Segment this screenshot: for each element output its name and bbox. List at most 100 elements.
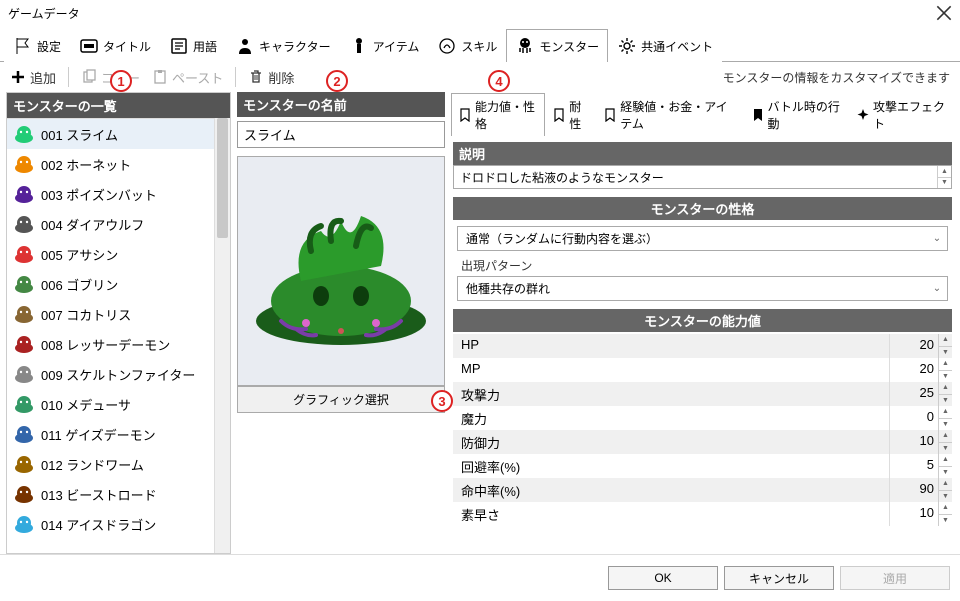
list-item[interactable]: 002 ホーネット	[7, 149, 214, 179]
list-item[interactable]: 008 レッサーデーモン	[7, 329, 214, 359]
stat-spinner[interactable]: ▲▼	[938, 454, 952, 478]
subtab-exp[interactable]: 経験値・お金・アイテム	[596, 93, 743, 136]
sparkle-icon	[856, 108, 870, 122]
list-item[interactable]: 005 アサシン	[7, 239, 214, 269]
spin-up-icon[interactable]: ▲	[939, 430, 952, 443]
stat-spinner[interactable]: ▲▼	[938, 334, 952, 358]
stat-label: 防御力	[453, 430, 889, 454]
list-item-label: 003 ポイズンバット	[41, 185, 157, 204]
desc-header: 説明	[453, 142, 952, 165]
subtab-stats[interactable]: 能力値・性格	[451, 93, 545, 136]
list-item[interactable]: 013 ビーストロード	[7, 479, 214, 509]
spin-down-icon[interactable]: ▼	[939, 515, 952, 527]
list-item[interactable]: 010 メデューサ	[7, 389, 214, 419]
monster-thumb-icon	[13, 513, 35, 535]
list-item[interactable]: 011 ゲイズデーモン	[7, 419, 214, 449]
stat-value[interactable]: 0	[890, 406, 938, 430]
delete-button[interactable]: 削除	[248, 68, 294, 87]
stat-spinner[interactable]: ▲▼	[938, 478, 952, 502]
gear-icon	[617, 36, 637, 56]
spin-up-icon[interactable]: ▲	[939, 334, 952, 347]
spin-down-icon[interactable]: ▼	[939, 419, 952, 431]
tab-title[interactable]: タイトル	[70, 29, 160, 62]
monster-list[interactable]: 001 スライム 002 ホーネット 003 ポイズンバット 004 ダイアウルフ 00…	[7, 118, 214, 553]
stat-value[interactable]: 20	[890, 358, 938, 382]
tab-common-event[interactable]: 共通イベント	[608, 29, 722, 62]
spin-down-icon[interactable]: ▼	[939, 467, 952, 479]
spin-down-icon[interactable]: ▼	[939, 347, 952, 359]
tab-character[interactable]: キャラクター	[226, 29, 340, 62]
spin-up-icon[interactable]: ▲	[939, 454, 952, 467]
stat-value[interactable]: 10	[890, 502, 938, 526]
spin-up-icon[interactable]: ▲	[939, 502, 952, 515]
subtab-resist[interactable]: 耐性	[545, 93, 596, 136]
spin-down-icon[interactable]: ▼	[939, 371, 952, 383]
stat-value[interactable]: 25	[890, 382, 938, 406]
behavior-select[interactable]: 通常（ランダムに行動内容を選ぶ） ⌄	[457, 226, 948, 251]
apply-button[interactable]: 適用	[840, 566, 950, 590]
stat-row: 防御力10▲▼	[453, 430, 952, 454]
tab-label: タイトル	[103, 38, 151, 55]
spin-up-icon[interactable]: ▲	[939, 358, 952, 371]
spin-up-icon[interactable]: ▲	[939, 406, 952, 419]
graphic-select-button[interactable]: グラフィック選択	[237, 386, 445, 413]
tab-settings[interactable]: 設定	[4, 29, 70, 62]
spin-down-icon[interactable]: ▼	[938, 178, 951, 189]
spin-up-icon[interactable]: ▲	[938, 166, 951, 178]
list-item[interactable]: 012 ランドワーム	[7, 449, 214, 479]
add-button[interactable]: 追加	[10, 68, 56, 87]
stat-spinner[interactable]: ▲▼	[938, 358, 952, 382]
stat-value[interactable]: 20	[890, 334, 938, 358]
stat-spinner[interactable]: ▲▼	[938, 430, 952, 454]
list-item-label: 004 ダイアウルフ	[41, 215, 144, 234]
scrollbar-thumb[interactable]	[217, 118, 228, 238]
list-item[interactable]: 003 ポイズンバット	[7, 179, 214, 209]
list-item-label: 002 ホーネット	[41, 155, 131, 174]
tab-item[interactable]: アイテム	[340, 29, 429, 62]
section-stats: モンスターの能力値 HP20▲▼MP20▲▼攻撃力25▲▼魔力0▲▼防御力10▲…	[453, 309, 952, 526]
annotation-badge-3: 3	[431, 390, 453, 412]
close-icon[interactable]	[936, 5, 952, 21]
spin-down-icon[interactable]: ▼	[939, 395, 952, 407]
list-item[interactable]: 001 スライム	[7, 119, 214, 149]
spin-up-icon[interactable]: ▲	[939, 478, 952, 491]
list-item[interactable]: 006 ゴブリン	[7, 269, 214, 299]
subtab-battle[interactable]: バトル時の行動	[744, 93, 849, 136]
annotation-badge-2: 2	[326, 70, 348, 92]
list-item[interactable]: 009 スケルトンファイター	[7, 359, 214, 389]
paste-button[interactable]: ペースト	[152, 68, 223, 87]
stat-value[interactable]: 5	[890, 454, 938, 478]
ok-button[interactable]: OK	[608, 566, 718, 590]
bookmark-icon	[603, 108, 617, 122]
stat-spinner[interactable]: ▲▼	[938, 382, 952, 406]
desc-spinner[interactable]: ▲▼	[937, 166, 951, 188]
list-item[interactable]: 004 ダイアウルフ	[7, 209, 214, 239]
spin-down-icon[interactable]: ▼	[939, 491, 952, 503]
list-item[interactable]: 007 コカトリス	[7, 299, 214, 329]
list-item[interactable]: 014 アイスドラゴン	[7, 509, 214, 539]
monster-name-field[interactable]: スライム	[237, 121, 445, 148]
tab-terms[interactable]: 用語	[160, 29, 226, 62]
stat-value[interactable]: 10	[890, 430, 938, 454]
stat-spinner[interactable]: ▲▼	[938, 502, 952, 526]
stat-row: 回避率(%)5▲▼	[453, 454, 952, 478]
pattern-select[interactable]: 他種共存の群れ ⌄	[457, 276, 948, 301]
list-item-label: 007 コカトリス	[41, 305, 131, 324]
spin-down-icon[interactable]: ▼	[939, 443, 952, 455]
stat-label: HP	[453, 334, 889, 358]
desc-input[interactable]: ドロドロした粘液のようなモンスター	[454, 166, 937, 188]
monster-thumb-icon	[13, 123, 35, 145]
tab-skill[interactable]: スキル	[428, 29, 506, 62]
subtab-effect[interactable]: 攻撃エフェクト	[849, 93, 954, 136]
monster-list-pane: モンスターの一覧 001 スライム002 ホーネット003 ポイズンバット004…	[6, 92, 231, 554]
stat-spinner[interactable]: ▲▼	[938, 406, 952, 430]
monster-graphic-preview[interactable]	[237, 156, 445, 386]
pattern-label: 出現パターン	[457, 251, 952, 276]
item-icon	[349, 36, 369, 56]
stat-value[interactable]: 90	[890, 478, 938, 502]
list-item-label: 014 アイスドラゴン	[41, 515, 156, 534]
scrollbar[interactable]	[214, 118, 230, 553]
tab-monster[interactable]: モンスター	[506, 29, 608, 62]
spin-up-icon[interactable]: ▲	[939, 382, 952, 395]
cancel-button[interactable]: キャンセル	[724, 566, 834, 590]
